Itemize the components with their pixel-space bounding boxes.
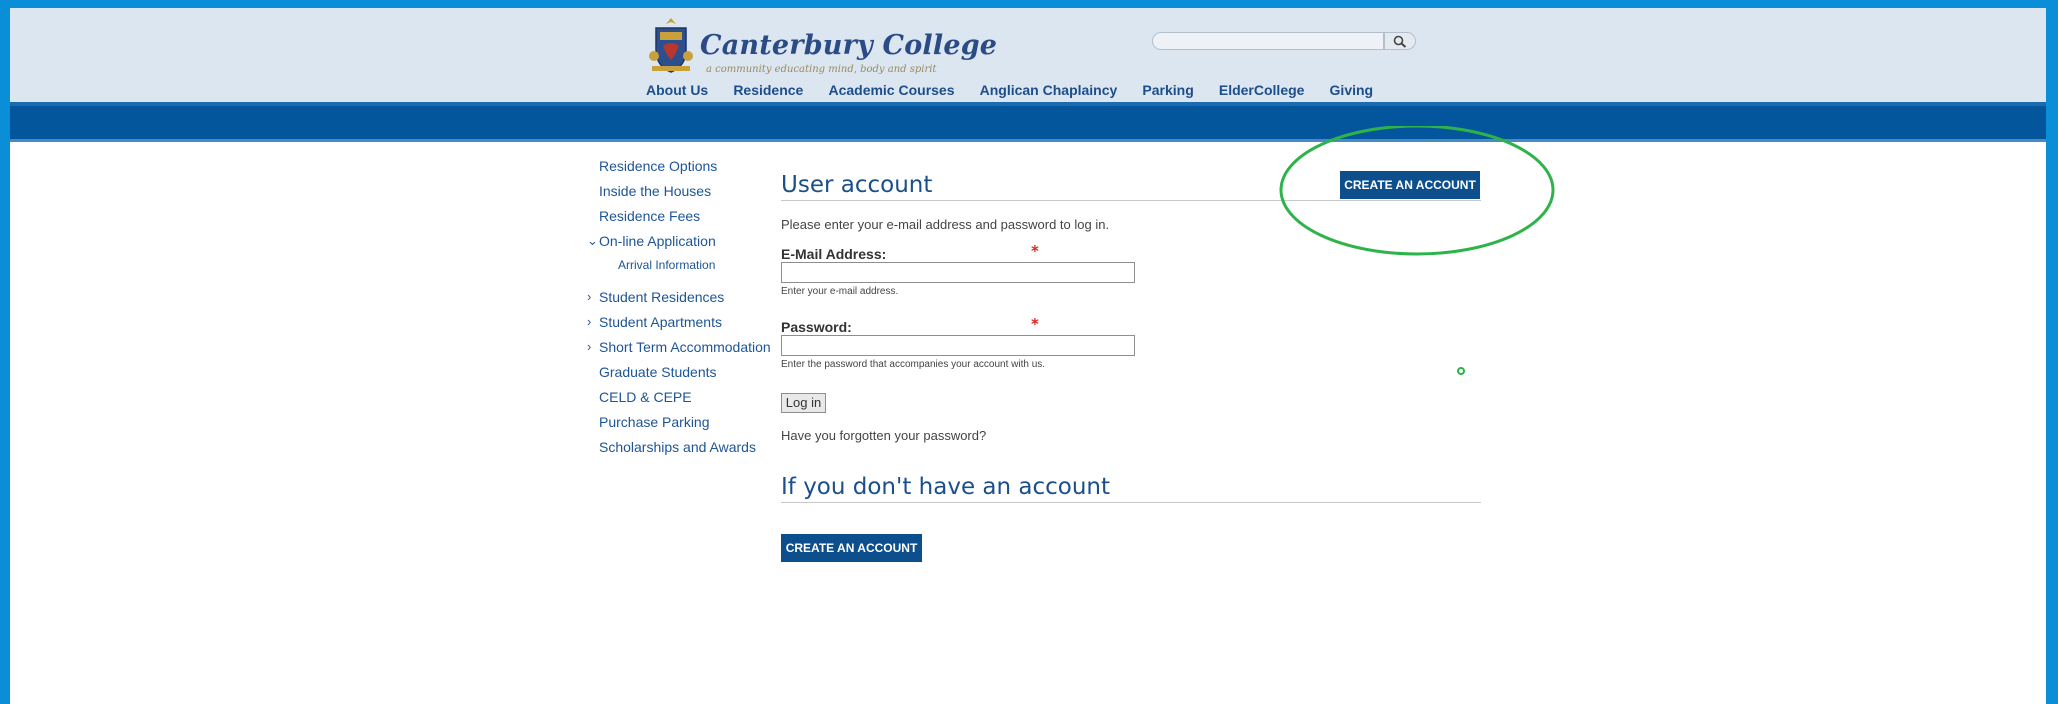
logo-title: Canterbury College — [700, 30, 998, 61]
annotation-dot-icon — [1457, 367, 1465, 375]
sidebar-item-residence-options[interactable]: Residence Options — [599, 158, 717, 174]
search-input[interactable] — [1152, 32, 1384, 50]
sidebar-item-residence-fees[interactable]: Residence Fees — [599, 208, 700, 224]
email-label: E-Mail Address: — [781, 246, 887, 262]
sidebar-item-arrival-information[interactable]: Arrival Information — [618, 258, 715, 272]
email-help-text: Enter your e-mail address. — [781, 286, 899, 297]
password-label: Password: — [781, 319, 852, 335]
nav-giving[interactable]: Giving — [1330, 82, 1374, 98]
no-account-divider — [781, 502, 1481, 503]
no-account-heading: If you don't have an account — [781, 474, 1111, 500]
forgot-password-link[interactable]: Have you forgotten your password? — [781, 428, 986, 443]
sidebar-item-scholarships-awards[interactable]: Scholarships and Awards — [599, 439, 756, 455]
search-button[interactable] — [1384, 32, 1416, 50]
nav-about-us[interactable]: About Us — [646, 82, 708, 98]
nav-eldercollege[interactable]: ElderCollege — [1219, 82, 1305, 98]
sidebar-item-label: Student Apartments — [599, 314, 722, 330]
sidebar-item-graduate-students[interactable]: Graduate Students — [599, 364, 717, 380]
annotation-circle-icon — [1279, 126, 1555, 256]
password-field[interactable] — [781, 335, 1135, 356]
email-field[interactable] — [781, 262, 1135, 283]
sidebar-item-student-apartments[interactable]: › Student Apartments — [587, 314, 722, 330]
chevron-right-icon: › — [587, 314, 592, 329]
nav-anglican-chaplaincy[interactable]: Anglican Chaplaincy — [980, 82, 1118, 98]
sidebar-item-purchase-parking[interactable]: Purchase Parking — [599, 414, 710, 430]
nav-academic-courses[interactable]: Academic Courses — [828, 82, 954, 98]
chevron-down-icon: ⌄ — [587, 233, 598, 248]
crest-icon — [649, 18, 693, 73]
sidebar-item-short-term-accommodation[interactable]: › Short Term Accommodation — [587, 339, 771, 355]
nav-parking[interactable]: Parking — [1142, 82, 1193, 98]
site-header: Canterbury College a community educating… — [10, 8, 2046, 102]
login-intro-text: Please enter your e-mail address and pas… — [781, 217, 1110, 232]
sidebar-item-online-application[interactable]: ⌄ On-line Application — [587, 233, 716, 249]
sidebar-item-celd-cepe[interactable]: CELD & CEPE — [599, 389, 692, 405]
sidebar-item-student-residences[interactable]: › Student Residences — [587, 289, 725, 305]
chevron-right-icon: › — [587, 339, 592, 354]
chevron-right-icon: › — [587, 289, 592, 304]
sidebar-item-inside-the-houses[interactable]: Inside the Houses — [599, 183, 711, 199]
password-help-text: Enter the password that accompanies your… — [781, 359, 1046, 370]
search-icon — [1393, 35, 1407, 48]
page-title: User account — [781, 172, 933, 198]
college-logo[interactable]: Canterbury College a community educating… — [648, 16, 997, 78]
sidebar-item-label: Student Residences — [599, 289, 725, 305]
main-nav: About Us Residence Academic Courses Angl… — [646, 80, 1393, 100]
logo-tagline: a community educating mind, body and spi… — [706, 64, 937, 75]
login-button[interactable]: Log in — [781, 393, 826, 413]
sidebar-item-label: Short Term Accommodation — [599, 339, 771, 355]
nav-band — [10, 102, 2046, 142]
password-required-mark: * — [1031, 315, 1039, 333]
create-account-button-bottom[interactable]: CREATE AN ACCOUNT — [781, 534, 922, 562]
sidebar-item-label: On-line Application — [599, 233, 716, 249]
browser-viewport: Canterbury College a community educating… — [10, 8, 2046, 704]
nav-residence[interactable]: Residence — [733, 82, 803, 98]
email-required-mark: * — [1031, 242, 1039, 260]
